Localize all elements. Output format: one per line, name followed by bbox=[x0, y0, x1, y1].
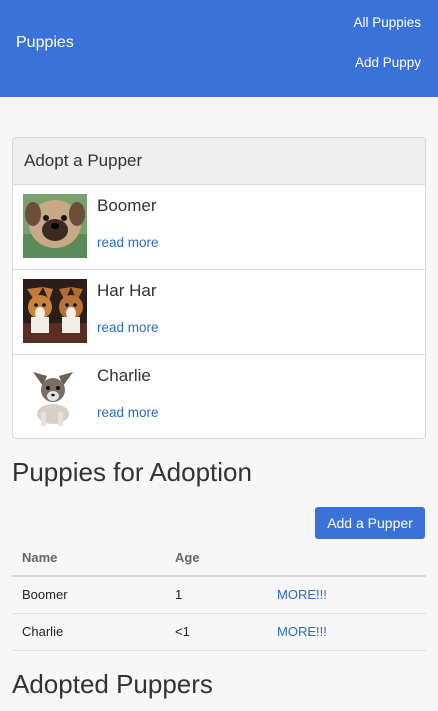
card-item-boomer: Boomer read more bbox=[13, 185, 425, 270]
nav-link-add-puppy[interactable]: Add Puppy bbox=[355, 55, 421, 70]
pup-name: Har Har bbox=[97, 281, 157, 300]
read-more-link[interactable]: read more bbox=[97, 405, 159, 420]
card-item-charlie: Charlie read more bbox=[13, 355, 425, 438]
adopt-card: Adopt a Pupper Boomer read more Har Har … bbox=[12, 137, 426, 439]
column-header-age: Age bbox=[165, 540, 267, 577]
table-header-row: Name Age bbox=[12, 540, 426, 577]
table-row: Charlie <1 MORE!!! bbox=[12, 613, 426, 651]
column-header-name: Name bbox=[12, 540, 165, 577]
table-row: Boomer 1 MORE!!! bbox=[12, 576, 426, 614]
cell-action: MORE!!! bbox=[267, 613, 426, 651]
read-more-link[interactable]: read more bbox=[97, 235, 159, 250]
cell-age: 1 bbox=[165, 576, 267, 614]
section-title-adopted-puppers: Adopted Puppers bbox=[12, 669, 213, 699]
nav-link-all-puppies[interactable]: All Puppies bbox=[353, 15, 421, 30]
cell-action: MORE!!! bbox=[267, 576, 426, 614]
card-header: Adopt a Pupper bbox=[13, 138, 425, 185]
section-title-puppies-for-adoption: Puppies for Adoption bbox=[12, 457, 252, 487]
top-navbar: Puppies All Puppies Add Puppy bbox=[0, 0, 438, 97]
cell-name: Boomer bbox=[12, 576, 165, 614]
navbar-brand[interactable]: Puppies bbox=[16, 34, 74, 52]
cell-age: <1 bbox=[165, 613, 267, 651]
read-more-link[interactable]: read more bbox=[97, 320, 159, 335]
chihuahua-puppy-photo bbox=[23, 364, 87, 428]
more-link[interactable]: MORE!!! bbox=[277, 624, 327, 639]
card-item-har-har: Har Har read more bbox=[13, 270, 425, 355]
column-header-actions bbox=[267, 540, 426, 577]
cell-name: Charlie bbox=[12, 613, 165, 651]
pug-puppy-photo bbox=[23, 194, 87, 258]
puppies-table: Name Age Boomer 1 MORE!!! Charlie <1 MOR… bbox=[12, 540, 426, 651]
more-link[interactable]: MORE!!! bbox=[277, 587, 327, 602]
add-pupper-button[interactable]: Add a Pupper bbox=[315, 507, 425, 539]
pup-name: Charlie bbox=[97, 366, 151, 385]
corgi-puppies-photo bbox=[23, 279, 87, 343]
pup-name: Boomer bbox=[97, 196, 157, 215]
